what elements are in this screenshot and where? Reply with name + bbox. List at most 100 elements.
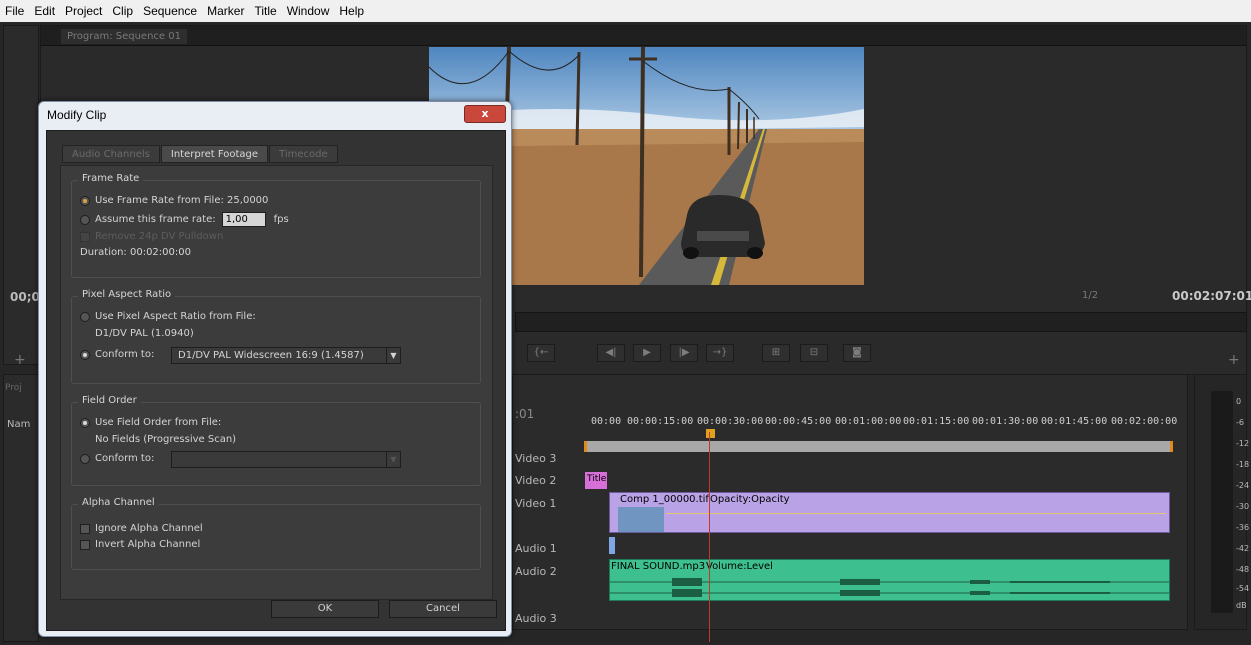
remove-pulldown-option[interactable]: Remove 24p DV Pulldown: [80, 231, 223, 242]
chevron-down-icon: ▼: [386, 452, 400, 467]
assume-frame-rate-radio[interactable]: [80, 214, 90, 225]
go-to-out-icon[interactable]: →}: [706, 344, 734, 362]
lift-icon[interactable]: ⊞: [762, 344, 790, 362]
menu-edit[interactable]: Edit: [29, 4, 60, 18]
conform-pixel-aspect-radio[interactable]: [80, 349, 90, 360]
use-field-order-option[interactable]: Use Field Order from File:: [80, 417, 221, 428]
opacity-line[interactable]: [666, 513, 1166, 514]
project-tab[interactable]: Proj: [5, 383, 22, 393]
program-timecode[interactable]: 00:02:07:01: [1172, 289, 1251, 303]
project-name-header[interactable]: Nam: [7, 419, 30, 430]
menu-clip[interactable]: Clip: [107, 4, 138, 18]
step-back-icon[interactable]: ◀|: [597, 344, 625, 362]
invert-alpha-option[interactable]: Invert Alpha Channel: [80, 539, 200, 550]
assume-frame-rate-option[interactable]: Assume this frame rate: 1,00 fps: [80, 212, 289, 227]
pixel-aspect-group: Pixel Aspect Ratio Use Pixel Aspect Rati…: [71, 289, 481, 384]
menu-file[interactable]: File: [0, 4, 29, 18]
use-field-order-radio[interactable]: [80, 417, 90, 428]
track-video-3[interactable]: Video 3: [515, 452, 581, 465]
conform-pixel-aspect-option[interactable]: Conform to:: [80, 349, 154, 360]
menu-sequence[interactable]: Sequence: [138, 4, 202, 18]
use-pixel-aspect-radio[interactable]: [80, 311, 90, 322]
conform-pixel-aspect-label: Conform to:: [95, 349, 155, 360]
track-video-1[interactable]: Video 1: [515, 497, 581, 510]
meter-label: -30: [1236, 502, 1250, 511]
work-area-bar[interactable]: [584, 441, 1173, 452]
invert-alpha-checkbox[interactable]: [80, 539, 90, 550]
field-order-select[interactable]: ▼: [171, 451, 401, 468]
source-timecode: 00;0: [10, 290, 40, 304]
export-frame-icon[interactable]: ◙: [843, 344, 871, 362]
meter-label: 0: [1236, 397, 1242, 406]
program-zoom[interactable]: 1/2: [1082, 290, 1098, 301]
add-button-right-icon[interactable]: +: [1228, 352, 1240, 368]
meter-label: -36: [1236, 523, 1250, 532]
track-audio-2[interactable]: Audio 2: [515, 565, 581, 578]
use-frame-rate-radio[interactable]: [80, 195, 90, 206]
file-frame-rate-value: 25,0000: [227, 195, 269, 206]
play-icon[interactable]: ▶: [633, 344, 661, 362]
alpha-channel-group: Alpha Channel Ignore Alpha Channel Inver…: [71, 497, 481, 570]
program-scrub-bar[interactable]: [515, 312, 1247, 332]
close-icon[interactable]: x: [464, 105, 506, 123]
meter-label: -24: [1236, 481, 1250, 490]
audio-clip-name: FINAL SOUND.mp3: [611, 561, 706, 572]
frame-rate-group: Frame Rate Use Frame Rate from File: 25,…: [71, 173, 481, 278]
tab-program[interactable]: Program: Sequence 01: [61, 29, 187, 44]
extract-icon[interactable]: ⊟: [800, 344, 828, 362]
meter-bar: [1211, 391, 1233, 613]
duration-text: Duration: 00:02:00:00: [80, 247, 191, 258]
modify-clip-dialog: Modify Clip x Audio Channels Interpret F…: [38, 101, 512, 637]
add-button-left-icon[interactable]: +: [14, 352, 26, 368]
ignore-alpha-checkbox[interactable]: [80, 523, 90, 534]
cancel-button[interactable]: Cancel: [389, 600, 497, 618]
menu-title[interactable]: Title: [249, 4, 281, 18]
dialog-title: Modify Clip: [47, 108, 107, 122]
video-clip[interactable]: Comp 1_00000.tif Opacity:Opacity: [609, 492, 1170, 533]
duration-label: Duration: 00:02:00:00: [80, 247, 191, 258]
title-clip[interactable]: Title: [585, 472, 607, 489]
use-field-order-label: Use Field Order from File:: [95, 417, 222, 428]
menu-marker[interactable]: Marker: [202, 4, 249, 18]
assume-frame-rate-label: Assume this frame rate:: [95, 214, 216, 225]
audio-waveform-image: [610, 578, 1169, 597]
track-audio-1[interactable]: Audio 1: [515, 542, 581, 555]
use-frame-rate-label: Use Frame Rate from File:: [95, 195, 224, 206]
video-clip-thumbnail: [618, 507, 664, 532]
track-video-2[interactable]: Video 2: [515, 474, 581, 487]
tab-audio-channels[interactable]: Audio Channels: [62, 145, 160, 163]
video-effect-dropdown[interactable]: Opacity:Opacity: [710, 494, 790, 505]
audio-clip[interactable]: FINAL SOUND.mp3 Volume:Level: [609, 559, 1170, 601]
track-audio-3[interactable]: Audio 3: [515, 612, 581, 625]
menu-bar: File Edit Project Clip Sequence Marker T…: [0, 0, 1251, 22]
pixel-aspect-select[interactable]: D1/DV PAL Widescreen 16:9 (1.4587) ▼: [171, 347, 401, 364]
tab-timecode[interactable]: Timecode: [269, 145, 338, 163]
menu-window[interactable]: Window: [282, 4, 335, 18]
video-clip-name: Comp 1_00000.tif: [620, 494, 709, 505]
dialog-tabs: Audio Channels Interpret Footage Timecod…: [62, 145, 339, 163]
ok-button[interactable]: OK: [271, 600, 379, 618]
playhead-icon[interactable]: [706, 429, 715, 438]
tab-interpret-footage[interactable]: Interpret Footage: [160, 145, 269, 163]
timeline-timecode[interactable]: :01: [515, 407, 534, 421]
audio-1-clip[interactable]: [609, 537, 615, 554]
conform-field-order-option[interactable]: Conform to:: [80, 453, 154, 464]
meter-label: -12: [1236, 439, 1250, 448]
menu-project[interactable]: Project: [60, 4, 107, 18]
chevron-down-icon: ▼: [386, 348, 400, 363]
use-pixel-aspect-option[interactable]: Use Pixel Aspect Ratio from File:: [80, 311, 256, 322]
ignore-alpha-label: Ignore Alpha Channel: [95, 523, 203, 534]
step-forward-icon[interactable]: |▶: [670, 344, 698, 362]
ruler-label: 00:00:15:00: [627, 416, 694, 427]
frame-rate-input[interactable]: 1,00: [221, 212, 266, 227]
alpha-channel-legend: Alpha Channel: [78, 497, 159, 508]
conform-field-order-radio[interactable]: [80, 453, 90, 464]
meter-label: -48: [1236, 565, 1250, 574]
remove-pulldown-checkbox[interactable]: [80, 231, 90, 242]
menu-help[interactable]: Help: [334, 4, 369, 18]
volume-effect-dropdown[interactable]: Volume:Level: [706, 561, 773, 572]
ruler-label: 00:01:45:00: [1041, 416, 1108, 427]
go-to-in-icon[interactable]: {←: [527, 344, 555, 362]
use-frame-rate-option[interactable]: Use Frame Rate from File: 25,0000: [80, 195, 268, 206]
ignore-alpha-option[interactable]: Ignore Alpha Channel: [80, 523, 203, 534]
